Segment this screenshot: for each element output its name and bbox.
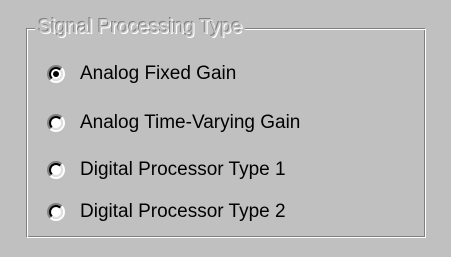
radio-button-icon[interactable] — [47, 114, 65, 132]
radio-selected-dot-icon — [53, 71, 59, 77]
option-analog-time-varying-gain[interactable]: Analog Time-Varying Gain — [47, 110, 300, 136]
groupbox-title: Signal Processing Type — [35, 15, 246, 39]
radio-button-icon[interactable] — [47, 161, 65, 179]
option-label: Analog Fixed Gain — [80, 63, 237, 84]
option-label: Digital Processor Type 2 — [80, 201, 286, 222]
option-label: Digital Processor Type 1 — [80, 159, 286, 180]
option-label: Analog Time-Varying Gain — [80, 112, 301, 133]
radio-button-icon[interactable] — [47, 65, 65, 83]
option-analog-fixed-gain[interactable]: Analog Fixed Gain — [47, 61, 236, 87]
radio-button-icon[interactable] — [47, 203, 65, 221]
option-digital-processor-type-1[interactable]: Digital Processor Type 1 — [47, 157, 286, 183]
option-digital-processor-type-2[interactable]: Digital Processor Type 2 — [47, 199, 286, 225]
